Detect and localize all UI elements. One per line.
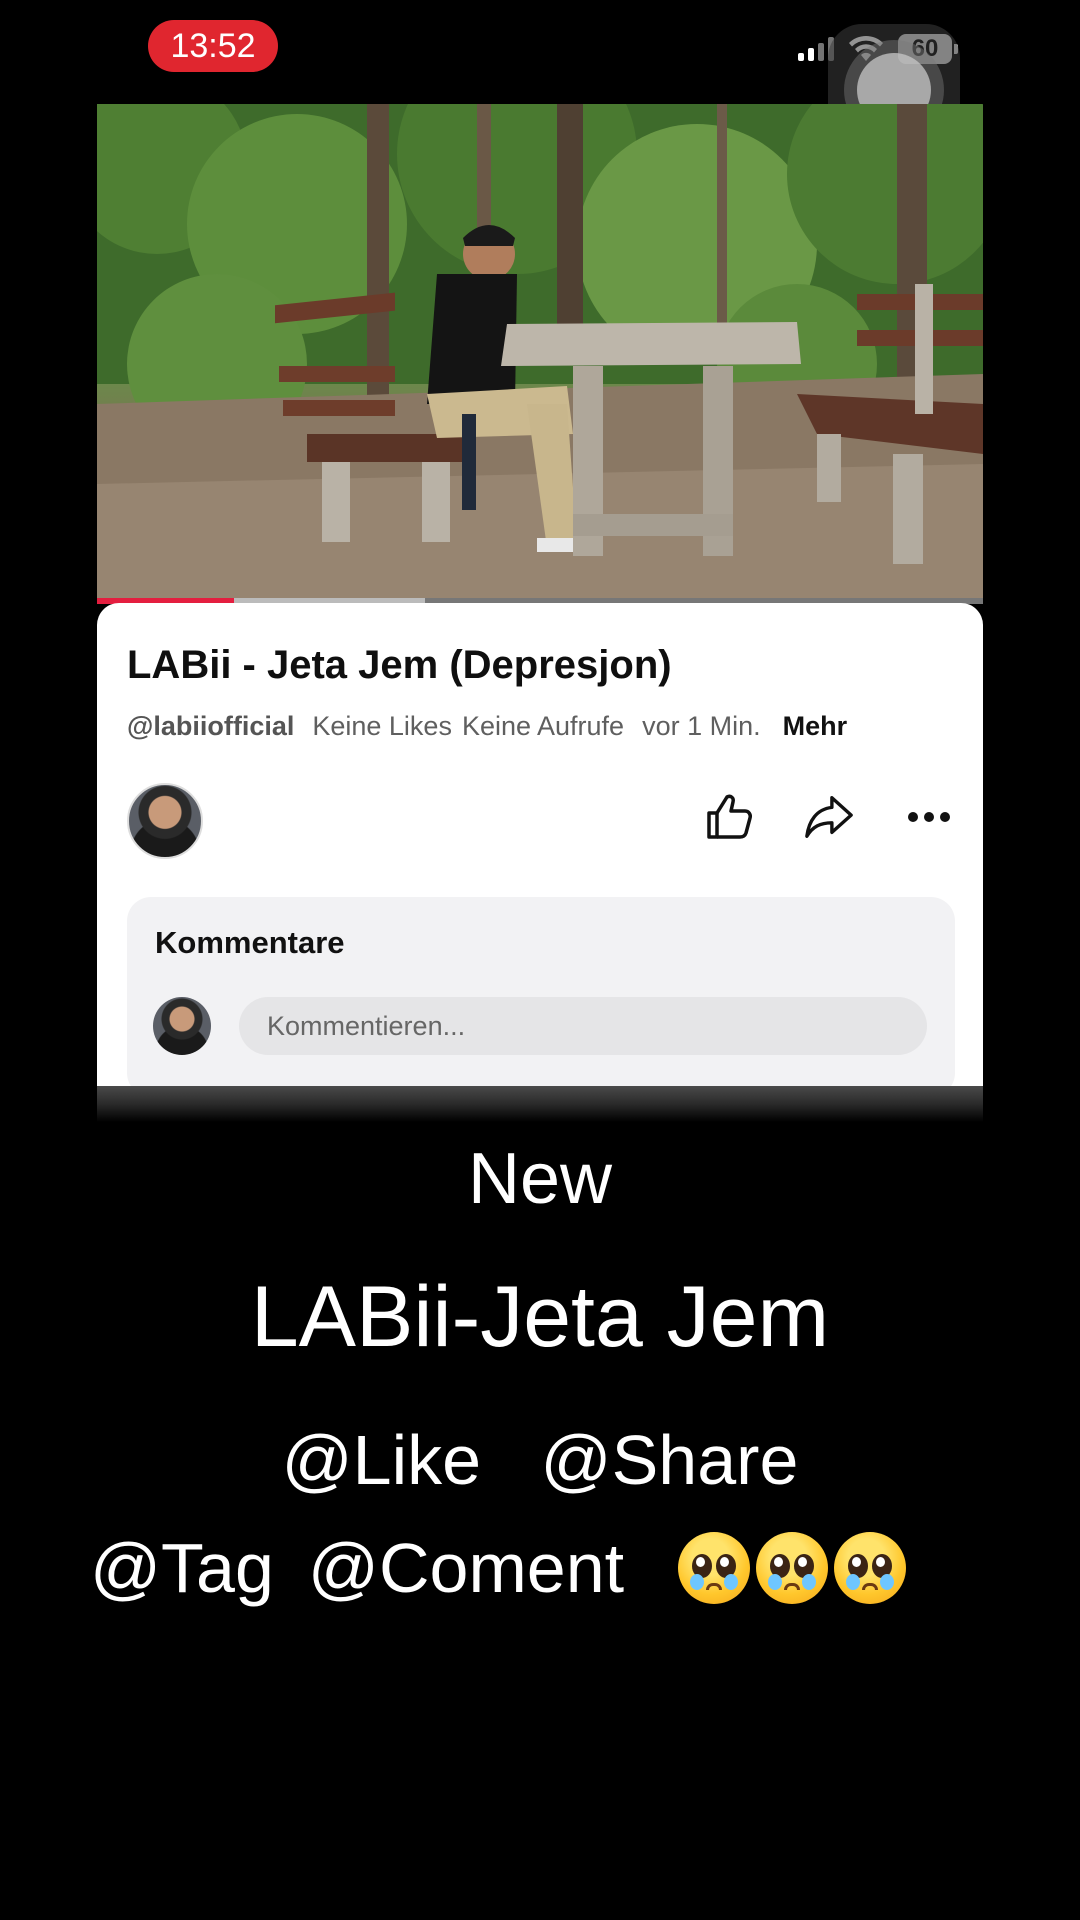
like-icon[interactable] — [703, 791, 755, 843]
channel-handle[interactable]: @labiiofficial — [127, 711, 294, 742]
channel-avatar[interactable] — [127, 783, 203, 859]
overlay-like-tag: @Like — [281, 1421, 482, 1499]
share-icon[interactable] — [803, 791, 855, 843]
comments-title: Kommentare — [155, 925, 345, 960]
overlay-new-label: New — [467, 1139, 613, 1219]
user-avatar — [153, 997, 211, 1055]
video-player[interactable] — [97, 104, 983, 602]
pleading-face-emoji-icon — [678, 1532, 751, 1604]
card-bottom-fade — [97, 1086, 983, 1122]
overlay-tag-tag: @Tag — [90, 1529, 274, 1607]
likes-count: Keine Likes — [312, 711, 452, 741]
video-details-card: LABii - Jeta Jem (Depresjon) @labiioffic… — [97, 603, 983, 1088]
overlay-comment-tag: @Coment — [307, 1529, 625, 1607]
video-title: LABii - Jeta Jem (Depresjon) — [127, 643, 672, 687]
comments-section[interactable]: Kommentare Kommentieren... — [127, 897, 955, 1088]
views-count: Keine Aufrufe — [461, 711, 625, 741]
pleading-emoji-row — [678, 1532, 907, 1604]
video-meta: @labiiofficial Keine Likes Keine Aufrufe… — [127, 711, 847, 742]
overlay-song-title: LABii-Jeta Jem — [250, 1269, 830, 1365]
pleading-face-emoji-icon — [834, 1532, 907, 1604]
more-options-icon[interactable] — [903, 791, 955, 843]
video-frame-image — [97, 104, 983, 602]
overlay-share-tag: @Share — [540, 1421, 799, 1499]
status-time: 13:52 — [148, 20, 278, 72]
pleading-face-emoji-icon — [756, 1532, 829, 1604]
more-link[interactable]: Mehr — [783, 711, 848, 742]
overlay-tags-row-1: @Like @Share — [0, 1420, 1080, 1500]
overlay-tags-row-2: @Tag @Coment — [90, 1528, 907, 1608]
action-bar — [703, 791, 955, 843]
comment-input[interactable]: Kommentieren... — [239, 997, 927, 1055]
upload-time: vor 1 Min. — [642, 711, 761, 741]
